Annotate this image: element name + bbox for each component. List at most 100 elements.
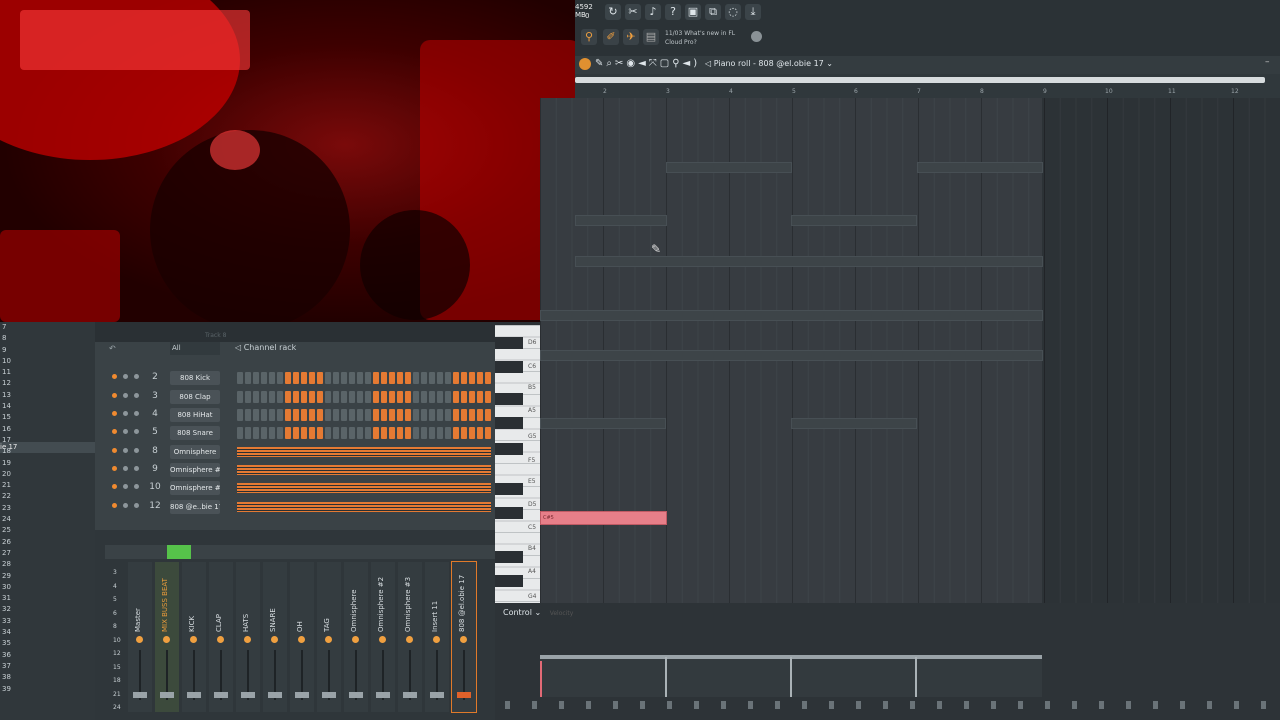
step-button[interactable]: [349, 409, 355, 421]
step-button[interactable]: [469, 409, 475, 421]
piano-roll-preview[interactable]: [237, 447, 491, 457]
step-button[interactable]: [325, 372, 331, 384]
step-button[interactable]: [277, 427, 283, 439]
step-button[interactable]: [269, 372, 275, 384]
step-button[interactable]: [469, 372, 475, 384]
step-button[interactable]: [317, 372, 323, 384]
step-button[interactable]: [453, 391, 459, 403]
step-button[interactable]: [389, 372, 395, 384]
channel-name-button[interactable]: 808 @e..bie 17: [170, 500, 220, 514]
step-button[interactable]: [397, 391, 403, 403]
mixer-strip[interactable]: Omnisphere: [344, 562, 368, 712]
step-button[interactable]: [245, 409, 251, 421]
step-button[interactable]: [341, 372, 347, 384]
fader-cap[interactable]: [214, 692, 228, 698]
velocity-bar[interactable]: [790, 657, 792, 697]
mixer-strip[interactable]: 808 @el.obie 17: [451, 561, 477, 713]
mute-led-icon[interactable]: [112, 429, 117, 434]
channel-name-button[interactable]: Omnisphere #2: [170, 463, 220, 477]
step-button[interactable]: [437, 391, 443, 403]
track-number[interactable]: 12: [2, 378, 22, 389]
track-number[interactable]: 35: [2, 638, 22, 649]
track-number[interactable]: 15: [2, 412, 22, 423]
channel-number[interactable]: 8: [148, 446, 162, 456]
scroll-bar[interactable]: [575, 77, 1265, 83]
step-button[interactable]: [365, 391, 371, 403]
step-button[interactable]: [333, 391, 339, 403]
pin-icon[interactable]: ⚲: [581, 29, 597, 45]
step-button[interactable]: [381, 409, 387, 421]
step-button[interactable]: [357, 372, 363, 384]
velocity-bar[interactable]: [915, 657, 917, 697]
step-button[interactable]: [469, 427, 475, 439]
step-button[interactable]: [365, 409, 371, 421]
step-button[interactable]: [309, 391, 315, 403]
step-button[interactable]: [373, 391, 379, 403]
step-button[interactable]: [461, 409, 467, 421]
mixer-strip[interactable]: TAG: [317, 562, 341, 712]
track-number[interactable]: 13: [2, 390, 22, 401]
step-button[interactable]: [357, 391, 363, 403]
volume-knob-icon[interactable]: [134, 448, 139, 453]
step-button[interactable]: [317, 391, 323, 403]
pan-knob-icon[interactable]: [298, 636, 305, 643]
mute-led-icon[interactable]: [112, 466, 117, 471]
pan-knob-icon[interactable]: [379, 636, 386, 643]
mixer-strip[interactable]: CLAP: [209, 562, 233, 712]
mixer-strip[interactable]: KICK: [182, 562, 206, 712]
piano-roll-preview[interactable]: [237, 483, 491, 493]
piano-roll-preview[interactable]: [237, 502, 491, 512]
step-button[interactable]: [381, 372, 387, 384]
fader-cap[interactable]: [376, 692, 390, 698]
channel-number[interactable]: 12: [148, 501, 162, 511]
track-number[interactable]: 17: [2, 435, 22, 446]
step-button[interactable]: [253, 409, 259, 421]
pan-knob-icon[interactable]: [352, 636, 359, 643]
step-button[interactable]: [485, 372, 491, 384]
step-button[interactable]: [309, 372, 315, 384]
step-button[interactable]: [477, 409, 483, 421]
step-button[interactable]: [461, 427, 467, 439]
track-number[interactable]: 21: [2, 480, 22, 491]
track-number[interactable]: 14: [2, 401, 22, 412]
channel-number[interactable]: 10: [148, 482, 162, 492]
plugin-picker-icon[interactable]: ✐: [603, 29, 619, 45]
track-number[interactable]: 36: [2, 650, 22, 661]
volume-knob-icon[interactable]: [134, 466, 139, 471]
step-button[interactable]: [349, 427, 355, 439]
track-number[interactable]: 25: [2, 525, 22, 536]
step-button[interactable]: [325, 391, 331, 403]
volume-knob-icon[interactable]: [134, 429, 139, 434]
step-button[interactable]: [405, 427, 411, 439]
mute-led-icon[interactable]: [112, 393, 117, 398]
track-number[interactable]: 39: [2, 684, 22, 695]
step-button[interactable]: [253, 427, 259, 439]
track-number[interactable]: 22: [2, 491, 22, 502]
black-key[interactable]: [495, 361, 523, 373]
step-button[interactable]: [477, 427, 483, 439]
step-button[interactable]: [237, 409, 243, 421]
step-button[interactable]: [405, 409, 411, 421]
pan-knob-icon[interactable]: [123, 429, 128, 434]
step-button[interactable]: [261, 391, 267, 403]
step-button[interactable]: [421, 391, 427, 403]
channel-number[interactable]: 2: [148, 372, 162, 382]
fader-cap[interactable]: [349, 692, 363, 698]
step-button[interactable]: [357, 427, 363, 439]
fader-cap[interactable]: [241, 692, 255, 698]
fader-cap[interactable]: [295, 692, 309, 698]
step-button[interactable]: [429, 372, 435, 384]
mute-led-icon[interactable]: [112, 411, 117, 416]
step-button[interactable]: [245, 427, 251, 439]
track-number[interactable]: 38: [2, 672, 22, 683]
step-button[interactable]: [461, 391, 467, 403]
channel-name-button[interactable]: 808 Kick: [170, 371, 220, 385]
step-button[interactable]: [413, 372, 419, 384]
velocity-bar[interactable]: [665, 657, 667, 697]
step-button[interactable]: [237, 427, 243, 439]
pan-knob-icon[interactable]: [123, 484, 128, 489]
pan-knob-icon[interactable]: [433, 636, 440, 643]
step-button[interactable]: [421, 372, 427, 384]
mixer-strip[interactable]: Insert 11: [425, 562, 449, 712]
track-number[interactable]: 16: [2, 424, 22, 435]
